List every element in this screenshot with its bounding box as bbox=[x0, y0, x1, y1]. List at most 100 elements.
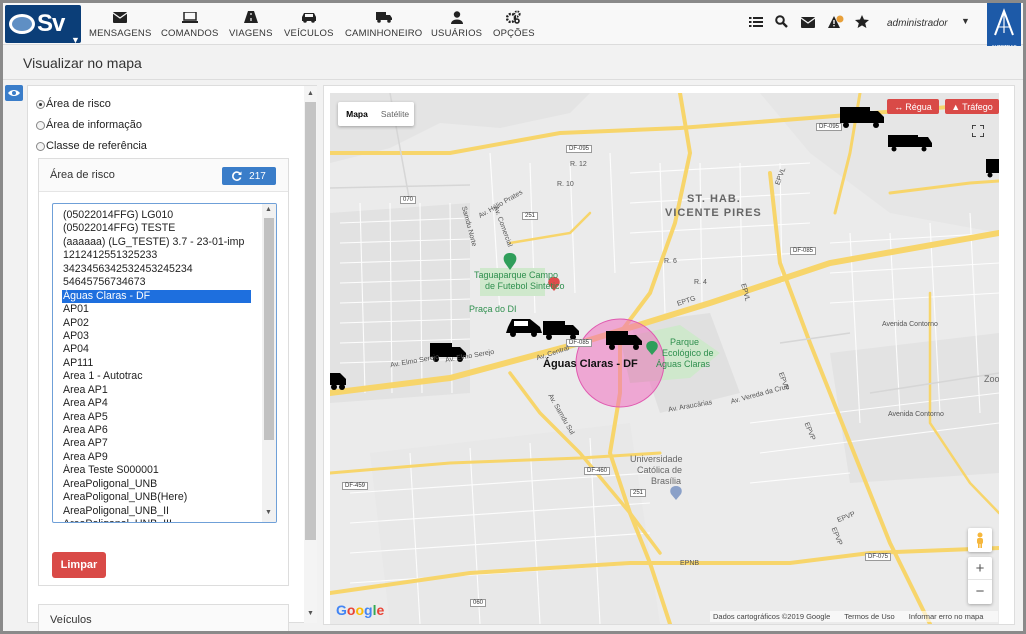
nav-opcoes[interactable]: OPÇÕES bbox=[493, 9, 535, 39]
radio-area-risco[interactable]: Área de risco bbox=[36, 98, 111, 110]
refresh-icon bbox=[232, 171, 242, 181]
car-icon bbox=[301, 9, 317, 25]
road-shield: DF-075 bbox=[865, 553, 892, 561]
list-item[interactable]: Area AP9 bbox=[53, 451, 263, 464]
pegman-icon bbox=[977, 532, 983, 548]
nav-comandos[interactable]: COMANDOS bbox=[161, 9, 219, 39]
list-item[interactable]: Águas Claras - DF bbox=[62, 289, 251, 304]
map-type-map[interactable]: Mapa bbox=[338, 102, 376, 126]
app-logo[interactable]: Sv ▼ bbox=[5, 5, 81, 45]
scroll-up-icon[interactable]: ▲ bbox=[265, 206, 272, 213]
road-shield: DF-095 bbox=[816, 123, 843, 131]
panel-scrollbar[interactable]: ▲ ▼ bbox=[304, 86, 317, 623]
risk-area-title: Área de risco bbox=[50, 169, 115, 181]
list-item[interactable]: AreaPoligonal_UNB_II bbox=[53, 505, 263, 518]
scroll-down-icon[interactable]: ▼ bbox=[265, 509, 272, 516]
list-item[interactable]: (05022014FFG) TESTE bbox=[53, 222, 263, 235]
arrows-h-icon: ↔ bbox=[894, 101, 904, 112]
map-canvas[interactable]: ST. HAB. VICENTE PIRES Taguaparque Campo… bbox=[330, 93, 999, 624]
list-item[interactable]: AreaPoligonal_UNB_III bbox=[53, 518, 263, 522]
list-item[interactable]: 54645756734673 bbox=[53, 276, 263, 289]
list-item[interactable]: AP03 bbox=[53, 330, 263, 343]
fullscreen-button[interactable] bbox=[966, 119, 990, 143]
list-icon[interactable] bbox=[749, 15, 763, 31]
list-item[interactable]: AP01 bbox=[53, 303, 263, 316]
list-item[interactable]: AP02 bbox=[53, 317, 263, 330]
terms-link[interactable]: Termos de Uso bbox=[844, 612, 894, 621]
map-place-label: Águas Claras bbox=[656, 359, 711, 369]
nav-label: VIAGENS bbox=[229, 28, 273, 39]
list-item[interactable]: (aaaaaa) (LG_TESTE) 3.7 - 23-01-imp bbox=[53, 236, 263, 249]
list-item[interactable]: Area AP5 bbox=[53, 411, 263, 424]
page-title: Visualizar no mapa bbox=[23, 55, 142, 71]
nav-caminhoneiro[interactable]: CAMINHONEIRO bbox=[345, 9, 422, 39]
scroll-up-icon[interactable]: ▲ bbox=[307, 90, 314, 97]
scroll-thumb[interactable] bbox=[264, 218, 274, 440]
radio-button[interactable] bbox=[36, 99, 45, 109]
list-item[interactable]: AP111 bbox=[53, 357, 263, 370]
zoom-in-button[interactable]: + bbox=[968, 557, 992, 580]
chevron-down-icon[interactable]: ▼ bbox=[961, 16, 970, 26]
scroll-down-icon[interactable]: ▼ bbox=[307, 610, 314, 617]
nav-veiculos[interactable]: VEÍCULOS bbox=[284, 9, 334, 39]
list-item[interactable]: Area AP4 bbox=[53, 397, 263, 410]
list-item[interactable]: Area AP6 bbox=[53, 424, 263, 437]
map-place-label: de Futebol Sintético bbox=[485, 281, 565, 291]
listbox-scrollbar[interactable]: ▲ ▼ bbox=[262, 204, 276, 522]
listbox-items: (05022014FFG) LG010 (05022014FFG) TESTE (a… bbox=[53, 209, 263, 522]
filter-panel: Área de risco Área de informação Classe … bbox=[27, 85, 317, 631]
nav-mensagens[interactable]: MENSAGENS bbox=[89, 9, 152, 39]
vehicles-box[interactable]: Veículos bbox=[38, 604, 289, 631]
toggle-panel-button[interactable] bbox=[5, 85, 23, 101]
list-item[interactable]: 1212412551325233 bbox=[53, 249, 263, 262]
nav-usuarios[interactable]: USUÁRIOS bbox=[431, 9, 482, 39]
list-item[interactable]: Área Teste S000001 bbox=[53, 464, 263, 477]
list-item[interactable]: Area AP1 bbox=[53, 384, 263, 397]
radio-button[interactable] bbox=[36, 120, 45, 130]
risk-area-box: Área de risco 217 (05022014FFG) LG010 (05… bbox=[38, 158, 289, 586]
zoom-out-button[interactable]: − bbox=[968, 580, 992, 603]
map-data-credit: Dados cartográficos ©2019 Google bbox=[713, 612, 831, 621]
ruler-button[interactable]: ↔ Régua bbox=[887, 99, 939, 114]
user-name[interactable]: administrador bbox=[887, 18, 948, 29]
road-label: R. 6 bbox=[664, 258, 677, 265]
road-shield: DF-085 bbox=[566, 339, 593, 347]
google-logo: Google bbox=[336, 602, 385, 618]
list-item[interactable]: AreaPoligonal_UNB bbox=[53, 478, 263, 491]
alert-icon[interactable] bbox=[828, 15, 844, 32]
map-place-label: Brasília bbox=[651, 476, 682, 486]
traffic-button[interactable]: ▲ Tráfego bbox=[945, 99, 999, 114]
list-item[interactable]: 3423456342532453245234 bbox=[53, 263, 263, 276]
road-shield: DF-459 bbox=[342, 482, 369, 490]
road-icon: ▲ bbox=[951, 101, 961, 112]
radio-button[interactable] bbox=[36, 141, 45, 151]
scroll-thumb[interactable] bbox=[305, 102, 316, 540]
map-type-control: Mapa Satélite bbox=[338, 102, 414, 126]
star-icon[interactable] bbox=[855, 15, 869, 31]
map-type-satellite[interactable]: Satélite bbox=[376, 102, 414, 126]
logo-ring-icon bbox=[9, 14, 35, 34]
radio-classe-referencia[interactable]: Classe de referência bbox=[36, 140, 147, 152]
street-view-button[interactable] bbox=[968, 528, 992, 552]
risk-area-listbox[interactable]: (05022014FFG) LG010 (05022014FFG) TESTE (a… bbox=[52, 203, 277, 523]
list-item[interactable]: Area AP7 bbox=[53, 437, 263, 450]
envelope-icon[interactable] bbox=[800, 15, 816, 31]
radio-area-informacao[interactable]: Área de informação bbox=[36, 119, 142, 131]
report-error-link[interactable]: Informar erro no mapa bbox=[909, 612, 984, 621]
map-attribution: Dados cartográficos ©2019 Google Termos … bbox=[710, 611, 999, 622]
nav-label: CAMINHONEIRO bbox=[345, 28, 423, 39]
area-count: 217 bbox=[249, 170, 266, 182]
refresh-count-button[interactable]: 217 bbox=[222, 167, 276, 185]
risk-area-header: Área de risco 217 bbox=[39, 159, 288, 192]
list-item[interactable]: Area 1 - Autotrac bbox=[53, 370, 263, 383]
laptop-icon bbox=[181, 9, 198, 25]
nav-viagens[interactable]: VIAGENS bbox=[229, 9, 273, 39]
search-icon[interactable] bbox=[775, 15, 788, 31]
clear-button[interactable]: Limpar bbox=[52, 552, 106, 578]
road-shield: DF-095 bbox=[566, 145, 593, 153]
list-item[interactable]: AP04 bbox=[53, 343, 263, 356]
vehicles-title: Veículos bbox=[50, 614, 92, 626]
radio-label: Área de informação bbox=[46, 119, 142, 131]
list-item[interactable]: AreaPoligonal_UNB(Here) bbox=[53, 491, 263, 504]
list-item[interactable]: (05022014FFG) LG010 bbox=[53, 209, 263, 222]
